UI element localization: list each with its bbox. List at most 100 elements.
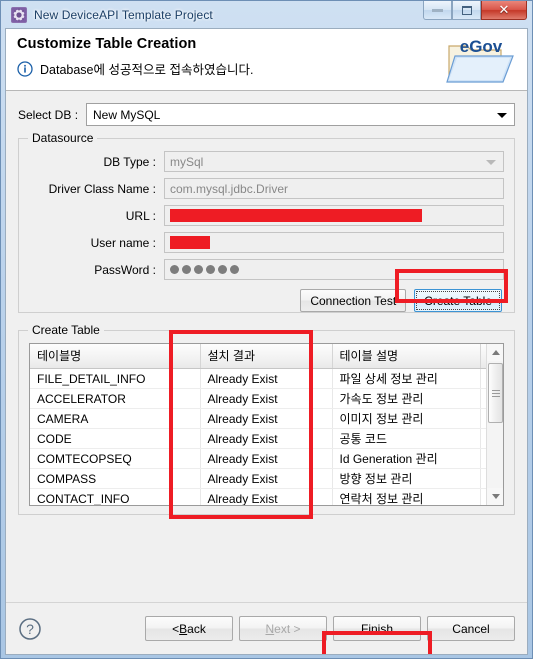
- table-row[interactable]: CODE Already Exist 공통 코드: [30, 428, 486, 449]
- dialog-footer: ? < Back Next > Finish Cancel: [6, 602, 527, 654]
- scrollbar-thumb[interactable]: [488, 363, 503, 423]
- field-url: URL :: [29, 205, 504, 226]
- cell-table-description: 연락처 정보 관리: [332, 488, 481, 505]
- column-header-table-description[interactable]: 테이블 설명: [332, 344, 481, 369]
- connection-test-button[interactable]: Connection Test: [300, 289, 407, 312]
- scrollbar-grip-icon: [491, 388, 500, 399]
- column-header-install-result[interactable]: 설치 결과: [200, 344, 333, 369]
- cell-table-name: CODE: [30, 428, 201, 449]
- driver-class-name-value: com.mysql.jdbc.Driver: [170, 181, 289, 196]
- table-header-row: 테이블명 설치 결과 테이블 설명: [30, 344, 486, 369]
- table-row[interactable]: CAMERA Already Exist 이미지 정보 관리: [30, 408, 486, 429]
- cell-install-result: Already Exist: [200, 448, 333, 469]
- cell-install-result: Already Exist: [200, 388, 333, 409]
- wizard-header: Customize Table Creation Database에 성공적으로…: [6, 29, 527, 91]
- db-type-value: mySql: [170, 154, 204, 169]
- maximize-button[interactable]: [452, 1, 481, 20]
- close-button[interactable]: ✕: [481, 1, 527, 20]
- cell-install-result: Already Exist: [200, 408, 333, 429]
- status-message: Database에 성공적으로 접속하였습니다.: [40, 63, 254, 77]
- finish-button[interactable]: Finish: [333, 616, 421, 641]
- url-input[interactable]: [164, 205, 504, 226]
- cell-install-result: Already Exist: [200, 488, 333, 505]
- cell-table-description: 방향 정보 관리: [332, 468, 481, 489]
- datasource-group: Datasource DB Type : mySql Driver Class …: [18, 131, 515, 313]
- field-user-name: User name :: [29, 232, 504, 253]
- window-title: New DeviceAPI Template Project: [34, 7, 213, 22]
- maximize-icon: [461, 5, 472, 15]
- chevron-down-icon: [486, 159, 496, 165]
- driver-class-name-label: Driver Class Name :: [48, 181, 156, 196]
- title-bar: New DeviceAPI Template Project ✕: [5, 1, 528, 28]
- user-name-label: User name :: [90, 235, 156, 250]
- svg-text:?: ?: [26, 621, 34, 637]
- dialog-window: New DeviceAPI Template Project ✕ Customi…: [0, 0, 533, 659]
- table-row[interactable]: COMTECOPSEQ Already Exist Id Generation 관리: [30, 448, 486, 469]
- driver-class-name-input[interactable]: com.mysql.jdbc.Driver: [164, 178, 504, 199]
- results-table-body: FILE_DETAIL_INFO Already Exist 파일 상세 정보 관리…: [30, 368, 486, 505]
- cell-install-result: Already Exist: [200, 368, 333, 389]
- cell-table-name: CONTACT_INFO: [30, 488, 201, 505]
- datasource-group-title: Datasource: [28, 131, 98, 145]
- cell-table-name: ACCELERATOR: [30, 388, 201, 409]
- cell-table-name: FILE_DETAIL_INFO: [30, 368, 201, 389]
- cell-table-description: Id Generation 관리: [332, 448, 481, 469]
- cell-table-description: 공통 코드: [332, 428, 481, 449]
- create-table-group: Create Table 테이블명 설치 결과 테이블 설명 FILE_DETA…: [18, 323, 515, 515]
- password-input[interactable]: [164, 259, 504, 280]
- info-icon: [17, 60, 33, 77]
- cell-install-result: Already Exist: [200, 428, 333, 449]
- table-row[interactable]: CONTACT_INFO Already Exist 연락처 정보 관리: [30, 488, 486, 505]
- gear-icon: [11, 6, 27, 23]
- select-db-combo[interactable]: New MySQL: [86, 103, 515, 126]
- table-list-body: 테이블명 설치 결과 테이블 설명 FILE_DETAIL_INFO Alread…: [30, 344, 486, 505]
- datasource-button-row: Connection Test Create Table: [29, 289, 504, 312]
- cell-install-result: Already Exist: [200, 468, 333, 489]
- scroll-down-icon[interactable]: [487, 488, 503, 505]
- footer-button-row: < Back Next > Finish Cancel: [145, 616, 515, 641]
- cell-table-name: COMTECOPSEQ: [30, 448, 201, 469]
- password-label: PassWord :: [94, 262, 156, 277]
- vertical-scrollbar[interactable]: [486, 344, 503, 505]
- chevron-down-icon: [497, 112, 507, 118]
- results-table: 테이블명 설치 결과 테이블 설명 FILE_DETAIL_INFO Alread…: [30, 344, 486, 505]
- minimize-icon: [432, 8, 443, 12]
- table-row[interactable]: FILE_DETAIL_INFO Already Exist 파일 상세 정보 관리: [30, 368, 486, 389]
- select-db-row: Select DB : New MySQL: [18, 103, 515, 126]
- next-button[interactable]: Next >: [239, 616, 327, 641]
- help-icon[interactable]: ?: [18, 617, 42, 641]
- table-row[interactable]: ACCELERATOR Already Exist 가속도 정보 관리: [30, 388, 486, 409]
- create-table-group-title: Create Table: [28, 323, 104, 337]
- window-controls: ✕: [423, 1, 527, 20]
- cell-table-description: 가속도 정보 관리: [332, 388, 481, 409]
- db-type-label: DB Type :: [103, 154, 156, 169]
- db-type-combo[interactable]: mySql: [164, 151, 504, 172]
- cell-table-name: CAMERA: [30, 408, 201, 429]
- user-name-input[interactable]: [164, 232, 504, 253]
- dialog-client-area: Customize Table Creation Database에 성공적으로…: [5, 28, 528, 655]
- table-list: 테이블명 설치 결과 테이블 설명 FILE_DETAIL_INFO Alread…: [29, 343, 504, 506]
- cell-table-description: 파일 상세 정보 관리: [332, 368, 481, 389]
- scroll-up-icon[interactable]: [487, 344, 503, 361]
- minimize-button[interactable]: [423, 1, 452, 20]
- select-db-label: Select DB :: [18, 107, 79, 122]
- cell-table-name: COMPASS: [30, 468, 201, 489]
- wizard-body: Select DB : New MySQL Datasource DB Type…: [6, 91, 527, 654]
- egov-logo: eGov: [445, 34, 519, 86]
- user-name-redaction: [170, 236, 210, 249]
- field-driver-class-name: Driver Class Name : com.mysql.jdbc.Drive…: [29, 178, 504, 199]
- select-db-value: New MySQL: [93, 107, 161, 122]
- field-password: PassWord :: [29, 259, 504, 280]
- column-header-table-name[interactable]: 테이블명: [30, 344, 201, 369]
- table-row[interactable]: COMPASS Already Exist 방향 정보 관리: [30, 468, 486, 489]
- url-label: URL :: [125, 208, 156, 223]
- back-button[interactable]: < Back: [145, 616, 233, 641]
- svg-text:eGov: eGov: [460, 37, 503, 56]
- field-db-type: DB Type : mySql: [29, 151, 504, 172]
- create-table-button[interactable]: Create Table: [414, 289, 502, 312]
- url-redaction: [170, 209, 422, 222]
- close-icon: ✕: [498, 2, 510, 17]
- password-value: [170, 263, 242, 276]
- cancel-button[interactable]: Cancel: [427, 616, 515, 641]
- cell-table-description: 이미지 정보 관리: [332, 408, 481, 429]
